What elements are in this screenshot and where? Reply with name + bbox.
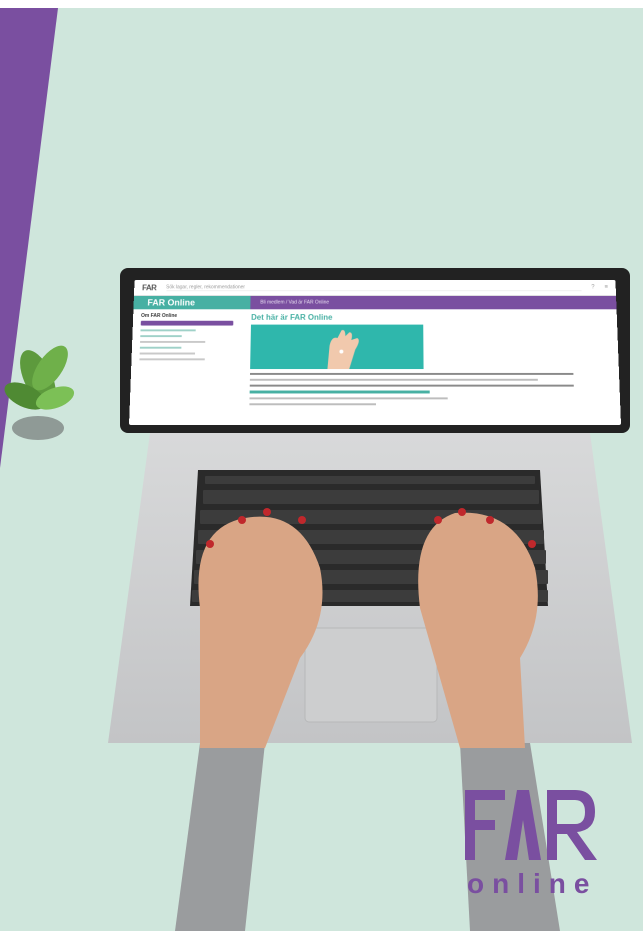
sidebar-item[interactable] [140,340,206,343]
screen-topbar: FAR Sök lagar, regler, rekommendationer … [133,279,617,296]
sidebar-item-active[interactable] [140,320,234,326]
sidebar: Om FAR Online [129,309,241,425]
app-name: FAR Online [133,295,251,310]
sidebar-heading: Om FAR Online [140,313,178,319]
sidebar-item[interactable] [139,352,196,355]
screen-content: Om FAR Online Det här är FAR Online [129,309,621,425]
breadcrumb: Bli medlem / Vad är FAR Online [250,295,617,310]
sidebar-item[interactable] [139,346,182,349]
photo-scene: FAR Sök lagar, regler, rekommendationer … [0,8,643,931]
laptop-screen: FAR Sök lagar, regler, rekommendationer … [129,279,621,425]
help-icon[interactable]: ? [591,285,594,291]
page-title: Det här är FAR Online [251,313,333,322]
menu-icon[interactable]: ≡ [604,285,608,291]
main-content: Det här är FAR Online [239,309,621,425]
far-logo-small: FAR [141,283,157,292]
search-input[interactable]: Sök lagar, regler, rekommendationer [165,284,582,291]
screen-banner: FAR Online Bli medlem / Vad är FAR Onlin… [133,295,617,310]
sidebar-item[interactable] [140,335,183,338]
sidebar-item[interactable] [140,329,197,332]
brand-online-text: online [467,868,598,899]
sidebar-item[interactable] [139,358,205,361]
hero-image [250,324,424,370]
